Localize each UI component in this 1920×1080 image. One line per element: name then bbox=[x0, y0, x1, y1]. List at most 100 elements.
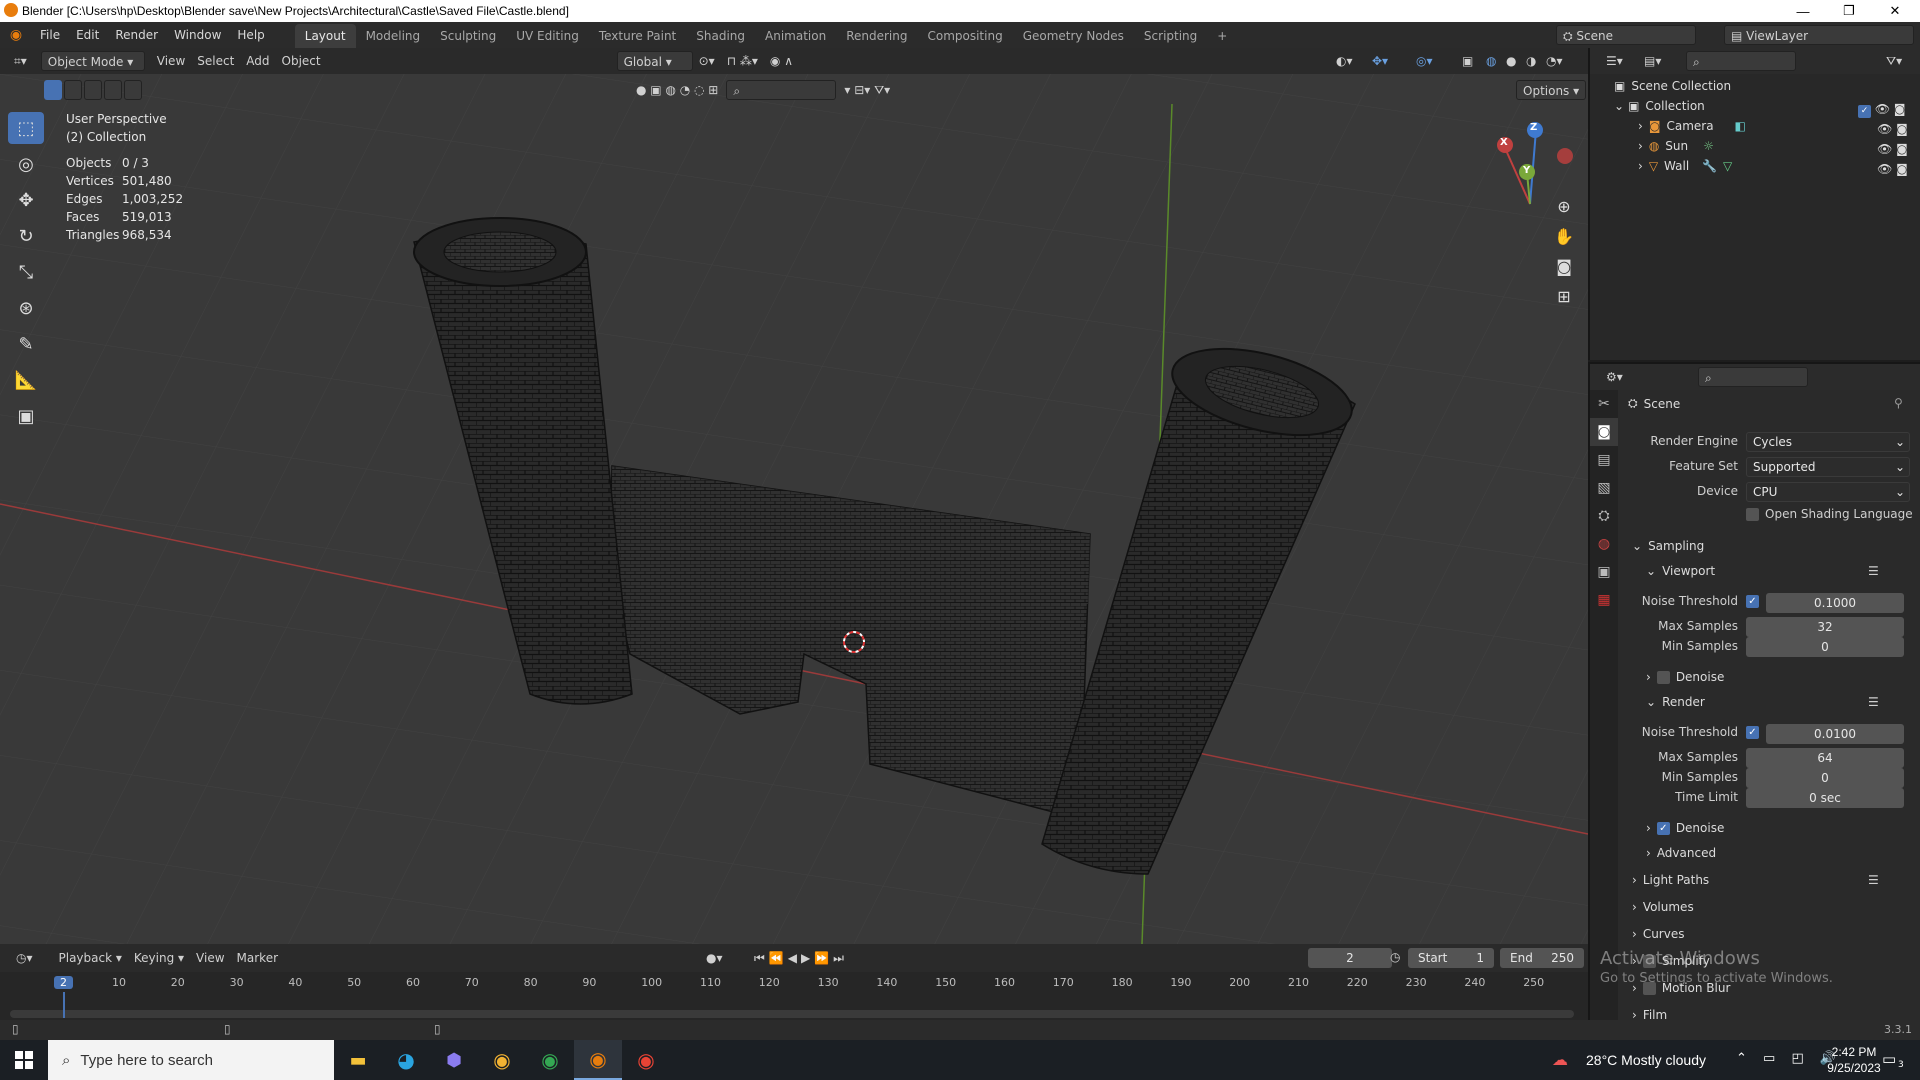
collection-checkbox[interactable]: ✓ bbox=[1858, 104, 1871, 118]
close-button[interactable]: ✕ bbox=[1872, 0, 1918, 22]
render-subpanel-header[interactable]: ⌄ Render bbox=[1646, 695, 1705, 709]
select-subtract-icon[interactable] bbox=[84, 80, 102, 100]
collection-tab-icon[interactable]: ▣ bbox=[1590, 558, 1618, 586]
vp-max-samples-field[interactable]: 32 bbox=[1746, 617, 1904, 637]
volumes-header[interactable]: › Volumes bbox=[1632, 900, 1694, 914]
motion-blur-checkbox[interactable] bbox=[1642, 981, 1656, 995]
file-explorer-icon[interactable]: ▬ bbox=[334, 1040, 382, 1080]
transform-icon[interactable]: ⊛ bbox=[8, 292, 44, 324]
curves-header[interactable]: › Curves bbox=[1632, 927, 1684, 941]
gizmo-toggle-icon[interactable]: ✥▾ bbox=[1366, 51, 1394, 71]
tab-geometry-nodes[interactable]: Geometry Nodes bbox=[1013, 24, 1134, 48]
blender-menu-icon[interactable]: ◉ bbox=[0, 27, 32, 43]
outliner-item-camera[interactable]: › ◙ Camera ◧ bbox=[1638, 119, 1746, 133]
vp-noise-checkbox[interactable]: ✓ bbox=[1746, 595, 1759, 608]
tool-tab-icon[interactable]: ✂ bbox=[1590, 390, 1618, 418]
chrome-canary-icon[interactable]: ◉ bbox=[478, 1040, 526, 1080]
mode-selector[interactable]: Object Mode ▾ bbox=[40, 51, 145, 71]
display-mode-icon[interactable]: ▤▾ bbox=[1638, 51, 1667, 71]
tab-scripting[interactable]: Scripting bbox=[1134, 24, 1207, 48]
tab-shading[interactable]: Shading bbox=[686, 24, 755, 48]
select-box-icon[interactable]: ⬚ bbox=[8, 112, 44, 144]
menu-select[interactable]: Select bbox=[191, 51, 240, 71]
menu-playback[interactable]: Playback ▾ bbox=[53, 948, 128, 968]
sun-data-icon[interactable]: ☼ bbox=[1703, 139, 1714, 153]
menu-render[interactable]: Render bbox=[107, 22, 166, 48]
outliner-editor-icon[interactable]: ☰▾ bbox=[1600, 51, 1629, 71]
viewport-search-icon[interactable]: ⌕ bbox=[726, 80, 837, 100]
overlay-toggle-icon[interactable]: ◎▾ bbox=[1410, 51, 1439, 71]
expand-arrow-icon[interactable]: › bbox=[1638, 159, 1643, 173]
zoom-icon[interactable]: ⊕ bbox=[1552, 192, 1576, 222]
simplify-checkbox[interactable] bbox=[1642, 954, 1656, 968]
app-icon[interactable]: ⬢ bbox=[430, 1040, 478, 1080]
menu-object[interactable]: Object bbox=[276, 51, 327, 71]
world-tab-icon[interactable]: ◍ bbox=[1590, 530, 1618, 558]
viewport-subpanel-header[interactable]: ⌄ Viewport bbox=[1646, 564, 1715, 578]
current-frame-field[interactable]: 2 bbox=[1308, 948, 1392, 968]
select-new-icon[interactable] bbox=[44, 80, 62, 100]
ortho-grid-icon[interactable]: ⊞ bbox=[1552, 282, 1576, 312]
menu-timeline-view[interactable]: View bbox=[190, 948, 230, 968]
select-intersect-icon[interactable] bbox=[124, 80, 142, 100]
vp-min-samples-field[interactable]: 0 bbox=[1746, 637, 1904, 657]
menu-keying[interactable]: Keying ▾ bbox=[128, 948, 190, 968]
visibility-icon[interactable]: ◐▾ bbox=[1330, 51, 1359, 71]
current-frame-indicator[interactable]: 2 bbox=[54, 976, 73, 989]
tab-rendering[interactable]: Rendering bbox=[836, 24, 917, 48]
menu-view[interactable]: View bbox=[151, 51, 191, 71]
pivot-icon[interactable]: ⊙▾ bbox=[693, 51, 721, 71]
xray-icon[interactable]: ▣ bbox=[1456, 51, 1479, 71]
presets-list-icon[interactable]: ☰ bbox=[1868, 564, 1879, 578]
filter-icon[interactable]: ▾ ⊟▾ ⛛▾ bbox=[838, 80, 896, 100]
scene-collection-row[interactable]: ▣ Scene Collection bbox=[1614, 79, 1731, 93]
properties-search-input[interactable]: ⌕ bbox=[1698, 367, 1808, 387]
tab-modeling[interactable]: Modeling bbox=[356, 24, 431, 48]
gizmo-y-label[interactable]: Y bbox=[1523, 165, 1530, 176]
annotate-icon[interactable]: ✎ bbox=[8, 328, 44, 360]
add-workspace-button[interactable]: + bbox=[1207, 24, 1237, 48]
r-min-samples-field[interactable]: 0 bbox=[1746, 768, 1904, 788]
timeline-scrollbar[interactable] bbox=[10, 1010, 1574, 1018]
eye-icon[interactable]: 👁 bbox=[1877, 142, 1892, 156]
r-max-samples-field[interactable]: 64 bbox=[1746, 748, 1904, 768]
pin-icon[interactable]: ⚲ bbox=[1894, 396, 1903, 410]
device-select[interactable]: CPU ⌄ bbox=[1746, 482, 1910, 502]
tab-uv-editing[interactable]: UV Editing bbox=[506, 24, 589, 48]
start-frame-field[interactable]: Start 1 bbox=[1408, 948, 1494, 968]
camera-data-icon[interactable]: ◧ bbox=[1734, 119, 1745, 133]
eye-icon[interactable]: 👁 bbox=[1877, 162, 1892, 176]
outliner-item-wall[interactable]: › ▽ Wall 🔧 ▽ bbox=[1638, 159, 1732, 173]
tab-layout[interactable]: Layout bbox=[294, 24, 356, 48]
maximize-button[interactable]: ❐ bbox=[1826, 0, 1872, 22]
presets-list-icon[interactable]: ☰ bbox=[1868, 695, 1879, 709]
r-time-limit-field[interactable]: 0 sec bbox=[1746, 788, 1904, 808]
sampling-panel-header[interactable]: ⌄ Sampling bbox=[1632, 539, 1704, 553]
tab-compositing[interactable]: Compositing bbox=[917, 24, 1012, 48]
playback-controls-icon[interactable]: ⏮⏪◀▶⏩⏭ bbox=[748, 948, 854, 968]
scale-icon[interactable]: ⤡ bbox=[8, 256, 44, 288]
select-invert-icon[interactable] bbox=[104, 80, 122, 100]
taskbar-search-input[interactable]: ⌕ Type here to search bbox=[48, 1040, 334, 1080]
viewlayer-selector[interactable]: ▤ ViewLayer bbox=[1724, 25, 1914, 45]
clock[interactable]: 2:42 PM 9/25/2023 bbox=[1822, 1044, 1886, 1076]
render-camera-icon[interactable]: ◙ bbox=[1896, 122, 1908, 136]
shading-rendered-icon[interactable]: ◔▾ bbox=[1540, 51, 1569, 71]
menu-help[interactable]: Help bbox=[229, 22, 272, 48]
tab-sculpting[interactable]: Sculpting bbox=[430, 24, 506, 48]
snap-icon[interactable]: ⊓ ⁂▾ bbox=[721, 51, 764, 71]
osl-checkbox[interactable] bbox=[1746, 507, 1759, 521]
menu-marker[interactable]: Marker bbox=[231, 948, 284, 968]
timeline-area[interactable]: 2 10 20 30 40 50 60 70 80 90 100 110 120 130 140 150 160… bbox=[0, 972, 1588, 1020]
notification-icon[interactable]: ▭ bbox=[1882, 1050, 1896, 1068]
filter-shading-icons[interactable]: ● ▣ ◍ ◔ ◌ ⊞ bbox=[630, 80, 724, 100]
move-icon[interactable]: ✥ bbox=[8, 184, 44, 216]
tab-texture-paint[interactable]: Texture Paint bbox=[589, 24, 686, 48]
select-extend-icon[interactable] bbox=[64, 80, 82, 100]
light-paths-header[interactable]: › Light Paths bbox=[1632, 873, 1709, 887]
pan-hand-icon[interactable]: ✋ bbox=[1552, 222, 1576, 252]
r-noise-field[interactable]: 0.0100 bbox=[1766, 724, 1904, 744]
weather-icon[interactable]: ☁ bbox=[1552, 1050, 1568, 1069]
advanced-header[interactable]: › Advanced bbox=[1646, 846, 1716, 860]
proportional-edit-icon[interactable]: ◉ ∧ bbox=[764, 51, 799, 71]
